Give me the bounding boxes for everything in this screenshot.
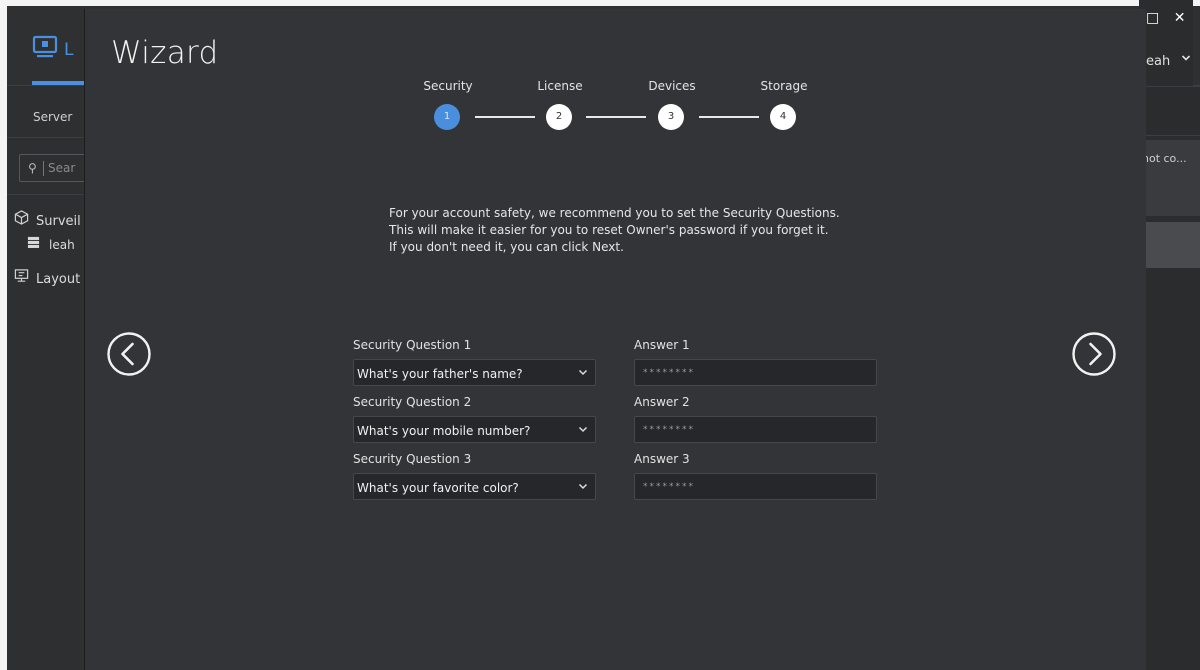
search-input[interactable]: ⚲ Sear (19, 154, 89, 182)
cube-icon (14, 210, 30, 229)
left-divider (7, 194, 85, 195)
tree-item-surveillance[interactable]: Surveil (14, 210, 81, 229)
chevron-down-icon (578, 426, 588, 433)
search-placeholder: Sear (48, 161, 76, 175)
step-label-devices: Devices (648, 79, 696, 93)
answer-3-field[interactable]: ******** (634, 473, 877, 500)
tree-item-label: leah (49, 238, 75, 252)
select-value: What's your father's name? (357, 367, 523, 381)
chevron-down-icon (578, 483, 588, 490)
answer-2-field[interactable]: ******** (634, 416, 877, 443)
answer-2-label: Answer 2 (634, 395, 690, 409)
intro-line: For your account safety, we recommend yo… (389, 206, 840, 220)
security-question-2-select[interactable]: What's your mobile number? (353, 416, 596, 443)
security-question-1-label: Security Question 1 (353, 338, 472, 352)
tree-item-label: Layout (36, 272, 81, 287)
answer-1-field[interactable]: ******** (634, 359, 877, 386)
tab-server[interactable]: Server (33, 110, 72, 124)
answer-value: ******** (643, 425, 695, 435)
previous-button[interactable] (106, 331, 152, 377)
step-indicator-2: 2 (546, 104, 572, 130)
maximize-icon[interactable]: □ (1146, 10, 1159, 26)
monitor-icon[interactable] (32, 34, 58, 60)
tree-item-label: Surveil (36, 214, 81, 229)
step-label-license: License (537, 79, 583, 93)
intro-text: For your account safety, we recommend yo… (389, 205, 840, 256)
security-question-2-label: Security Question 2 (353, 395, 472, 409)
app-tab-label[interactable]: L (64, 40, 73, 60)
answer-3-label: Answer 3 (634, 452, 690, 466)
active-tab-indicator (32, 81, 92, 85)
right-divider (1139, 86, 1200, 87)
intro-line: This will make it easier for you to rese… (389, 223, 829, 237)
close-icon[interactable]: ✕ (1174, 10, 1186, 26)
step-indicator-1: 1 (434, 104, 460, 130)
tree-item-layout[interactable]: Layout (14, 268, 80, 287)
next-button[interactable] (1071, 331, 1117, 377)
select-value: What's your mobile number? (357, 424, 531, 438)
left-sidebar: Server ⚲ Sear Surveil leah Layout (7, 86, 89, 670)
page-title: Wizard (111, 35, 219, 71)
intro-line: If you don't need it, you can click Next… (389, 240, 624, 254)
left-tabs: Server (7, 86, 85, 138)
window-controls: □ ✕ (1146, 10, 1195, 26)
select-value: What's your favorite color? (357, 481, 519, 495)
step-indicator-3: 3 (658, 104, 684, 130)
answer-value: ******** (643, 482, 695, 492)
step-label-storage: Storage (760, 79, 808, 93)
tree-item-leah[interactable]: leah (27, 236, 75, 252)
list-item[interactable]: not co... (1139, 140, 1200, 216)
list-item-status: not co... (1142, 152, 1187, 165)
server-icon (27, 236, 43, 252)
step-label-security: Security (423, 79, 473, 93)
wizard-dialog: Wizard Security License Devices Storage … (84, 9, 1146, 670)
security-question-1-select[interactable]: What's your father's name? (353, 359, 596, 386)
chevron-down-icon[interactable] (1181, 52, 1191, 66)
chevron-down-icon (578, 369, 588, 376)
search-separator (43, 161, 44, 176)
security-question-3-label: Security Question 3 (353, 452, 472, 466)
step-indicator-4: 4 (770, 104, 796, 130)
security-question-3-select[interactable]: What's your favorite color? (353, 473, 596, 500)
search-icon: ⚲ (28, 161, 37, 175)
right-panel (1139, 0, 1193, 664)
layout-icon (14, 268, 30, 287)
answer-1-label: Answer 1 (634, 338, 690, 352)
step-connector (475, 116, 535, 118)
step-connector (699, 116, 759, 118)
step-connector (586, 116, 646, 118)
answer-value: ******** (643, 368, 695, 378)
user-menu[interactable]: eah (1146, 54, 1170, 69)
right-divider (1139, 135, 1200, 136)
list-item[interactable] (1139, 222, 1200, 268)
